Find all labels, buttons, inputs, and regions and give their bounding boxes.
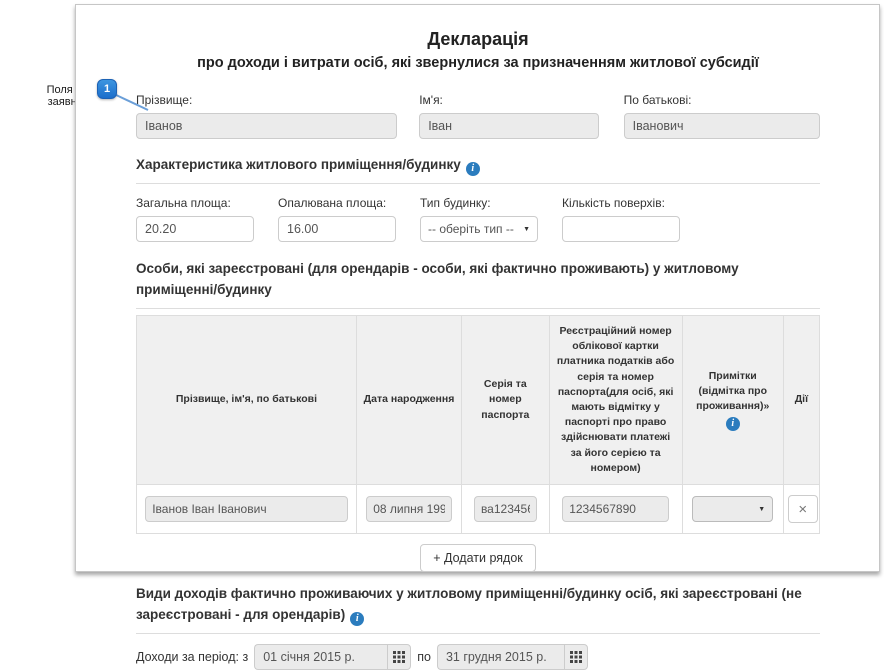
info-icon[interactable]: i [466, 162, 480, 176]
column-header-notes: Примітки (відмітка про проживання)» i [682, 315, 783, 484]
housing-heading-text: Характеристика житлового приміщення/буди… [136, 157, 461, 172]
surname-label: Прізвище: [136, 93, 397, 107]
close-icon: × [798, 502, 807, 517]
annotation-badge-1: 1 [97, 79, 117, 99]
firstname-field-group: Ім'я: [419, 93, 598, 139]
period-from-input [254, 644, 387, 670]
heated-area-input[interactable] [278, 216, 396, 242]
residents-table: Прізвище, ім'я, по батькові Дата народже… [136, 315, 820, 534]
column-header-notes-text: Примітки (відмітка про проживання)» [696, 370, 769, 412]
annotation-badge-number: 1 [104, 83, 110, 95]
house-type-selected-value: -- оберіть тип -- [428, 222, 514, 236]
page-title: Декларація [136, 29, 820, 50]
income-heading-text: Види доходів фактично проживаючих у житл… [136, 586, 802, 622]
income-period-to-label: по [417, 650, 431, 664]
income-period-row: Доходи за період: з по [136, 644, 820, 670]
period-to-input [437, 644, 564, 670]
table-row: ▼ × [137, 485, 820, 534]
house-type-select[interactable]: -- оберіть тип -- ▼ [420, 216, 538, 242]
heated-area-field-group: Опалювана площа: [278, 196, 396, 242]
floors-field-group: Кількість поверхів: [562, 196, 680, 242]
add-row-button[interactable]: + Додати рядок [420, 544, 536, 572]
info-icon[interactable]: i [726, 417, 740, 431]
firstname-input [419, 113, 598, 139]
house-type-label: Тип будинку: [420, 196, 538, 210]
housing-section-heading: Характеристика житлового приміщення/буди… [136, 155, 820, 176]
period-to-group [437, 644, 588, 670]
column-header-actions: Дії [783, 315, 819, 484]
residents-section-heading: Особи, які зареєстровані (для орендарів … [136, 259, 820, 301]
housing-fields-row: Загальна площа: Опалювана площа: Тип буд… [136, 196, 820, 242]
calendar-picker-button[interactable] [387, 644, 411, 670]
firstname-label: Ім'я: [419, 93, 598, 107]
total-area-field-group: Загальна площа: [136, 196, 254, 242]
declaration-form-card: Декларація про доходи і витрати осіб, як… [75, 4, 880, 572]
divider [136, 183, 820, 184]
delete-row-button[interactable]: × [788, 495, 818, 523]
patronymic-input [624, 113, 820, 139]
resident-name-input [145, 496, 347, 522]
calendar-grid-icon [393, 651, 405, 663]
surname-field-group: Прізвище: [136, 93, 397, 139]
column-header-passport: Серія та номер паспорта [462, 315, 549, 484]
divider [136, 308, 820, 309]
patronymic-label: По батькові: [624, 93, 820, 107]
column-header-name: Прізвище, ім'я, по батькові [137, 315, 357, 484]
residents-table-header-row: Прізвище, ім'я, по батькові Дата народже… [137, 315, 820, 484]
resident-notes-select[interactable]: ▼ [692, 496, 773, 522]
column-header-tax-number: Реєстраційний номер облікової картки пла… [549, 315, 682, 484]
patronymic-field-group: По батькові: [624, 93, 820, 139]
calendar-picker-button[interactable] [564, 644, 588, 670]
surname-input [136, 113, 397, 139]
chevron-down-icon: ▼ [523, 226, 530, 233]
heated-area-label: Опалювана площа: [278, 196, 396, 210]
total-area-label: Загальна площа: [136, 196, 254, 210]
floors-label: Кількість поверхів: [562, 196, 680, 210]
column-header-birth-date: Дата народження [356, 315, 461, 484]
info-icon[interactable]: i [350, 612, 364, 626]
income-period-label: Доходи за період: з [136, 650, 248, 664]
chevron-down-icon: ▼ [758, 506, 765, 513]
divider [136, 633, 820, 634]
resident-tax-number-input [562, 496, 669, 522]
calendar-grid-icon [570, 651, 582, 663]
period-from-group [254, 644, 411, 670]
resident-birth-date-input [366, 496, 452, 522]
house-type-field-group: Тип будинку: -- оберіть тип -- ▼ [420, 196, 538, 242]
income-section-heading: Види доходів фактично проживаючих у житл… [136, 584, 820, 626]
resident-passport-input [474, 496, 537, 522]
floors-input[interactable] [562, 216, 680, 242]
applicant-fields-row: Прізвище: Ім'я: По батькові: [136, 93, 820, 139]
page-subtitle: про доходи і витрати осіб, які звернулис… [136, 55, 820, 71]
total-area-input[interactable] [136, 216, 254, 242]
